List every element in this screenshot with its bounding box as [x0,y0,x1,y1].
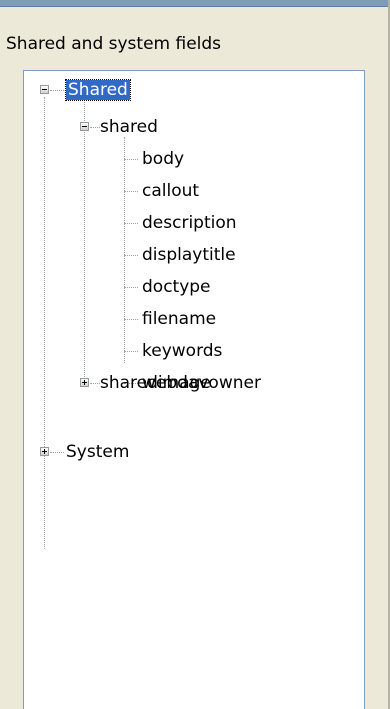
tree-node-system[interactable]: System [66,441,129,463]
tree-node-label: description [142,213,237,233]
tree-node-field-callout[interactable]: callout [142,180,199,202]
tree-line-fields [124,137,125,363]
collapse-shared-group-icon[interactable] [80,122,89,131]
tree-node-shared-root[interactable]: Shared [65,79,131,101]
tree-node-field-filename[interactable]: filename [142,308,216,330]
tree-node-label: callout [142,181,200,201]
tree-node-label: shared [100,117,158,137]
tree-node-label: displaytitle [142,245,236,265]
tree-line-root [44,97,45,549]
expand-sharedimage-icon[interactable] [80,378,89,387]
tree-connector [124,287,138,288]
panel-label: Shared and system fields [6,34,222,54]
expand-system-icon[interactable] [40,447,49,456]
tree-node-field-description[interactable]: description [142,212,237,234]
tree-node-label: Shared [65,79,131,101]
tree-node-label: body [142,149,185,169]
tree-node-label: doctype [142,277,211,297]
tree-connector [124,223,138,224]
field-tree[interactable]: Shared shared body callout description d… [23,70,365,709]
fields-panel: Shared and system fields Shared shared b… [0,0,390,709]
tree-connector [124,191,138,192]
tree-connector [90,383,100,384]
tree-node-sharedimage[interactable]: sharedimage [100,372,211,394]
tree-node-field-doctype[interactable]: doctype [142,276,211,298]
tree-node-label: System [66,442,130,462]
tree-node-label: keywords [142,341,223,361]
tree-node-field-keywords[interactable]: keywords [142,340,222,362]
tree-node-label: filename [142,309,217,329]
tree-connector [124,255,138,256]
tree-connector [50,90,64,91]
tree-line-shared-children [84,97,85,387]
tree-node-field-body[interactable]: body [142,148,184,170]
tree-connector [124,159,138,160]
tree-node-field-displaytitle[interactable]: displaytitle [142,244,236,266]
tree-node-shared-group[interactable]: shared [100,116,158,138]
tree-node-label: sharedimage [100,373,211,393]
tree-connector [50,452,64,453]
tree-connector [124,351,138,352]
collapse-shared-icon[interactable] [40,85,49,94]
tree-connector [90,127,100,128]
tree-connector [124,319,138,320]
top-divider [0,0,390,7]
